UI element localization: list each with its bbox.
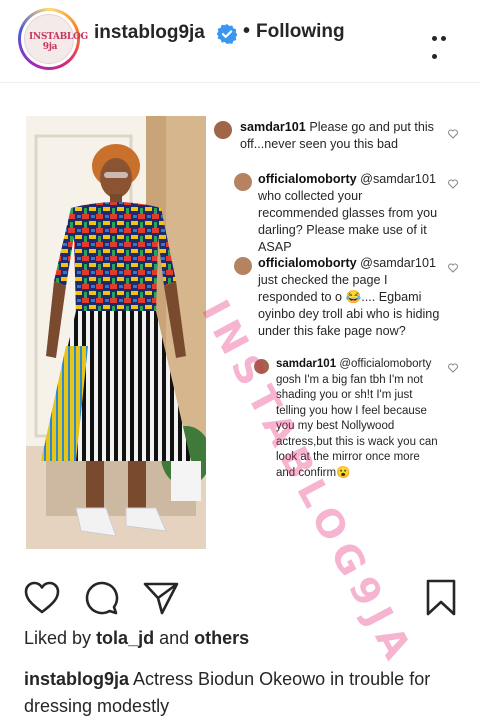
commenter-avatar bbox=[234, 257, 252, 275]
bookmark-icon[interactable] bbox=[425, 579, 457, 617]
comment-2: officialomoborty @samdar101 who collecte… bbox=[258, 171, 440, 256]
commenter-avatar bbox=[234, 173, 252, 191]
separator-dot: • bbox=[243, 20, 251, 42]
comment-4-user: samdar101 bbox=[276, 358, 337, 370]
comment-1-user: samdar101 bbox=[240, 120, 306, 134]
comment-1: samdar101 Please go and put this off...n… bbox=[240, 119, 440, 153]
caption: instablog9ja Actress Biodun Okeowo in tr… bbox=[24, 666, 464, 720]
comment-like-icon bbox=[448, 179, 458, 189]
comment-3: officialomoborty @samdar101 just checked… bbox=[258, 255, 440, 340]
comment-like-icon bbox=[448, 129, 458, 139]
caption-username[interactable]: instablog9ja bbox=[24, 669, 129, 689]
action-bar bbox=[0, 565, 480, 625]
avatar-logo-text: INSTABLOG 9ja bbox=[29, 32, 88, 52]
verified-badge-icon bbox=[217, 24, 237, 44]
likes-conj: and bbox=[159, 628, 190, 648]
account-username[interactable]: instablog9ja bbox=[94, 22, 205, 44]
comment-2-user: officialomoborty bbox=[258, 172, 357, 186]
following-button[interactable]: Following bbox=[256, 21, 345, 43]
comment-icon[interactable] bbox=[83, 580, 119, 616]
post-header: INSTABLOG 9ja instablog9ja • Following bbox=[0, 0, 480, 83]
likes-summary[interactable]: Liked by tola_jd and others bbox=[24, 628, 249, 649]
photo bbox=[26, 116, 206, 549]
avatar[interactable]: INSTABLOG 9ja bbox=[18, 8, 88, 70]
comment-like-icon bbox=[448, 263, 458, 273]
more-options-icon[interactable] bbox=[432, 28, 458, 59]
likes-prefix: Liked by bbox=[24, 628, 92, 648]
likes-others[interactable]: others bbox=[194, 628, 249, 648]
paper-plane-icon[interactable] bbox=[143, 581, 179, 615]
commenter-avatar bbox=[214, 121, 232, 139]
comment-3-user: officialomoborty bbox=[258, 256, 357, 270]
heart-icon[interactable] bbox=[24, 581, 60, 615]
post-image[interactable]: samdar101 Please go and put this off...n… bbox=[0, 83, 480, 673]
likes-user[interactable]: tola_jd bbox=[96, 628, 154, 648]
comment-like-icon bbox=[448, 363, 458, 373]
